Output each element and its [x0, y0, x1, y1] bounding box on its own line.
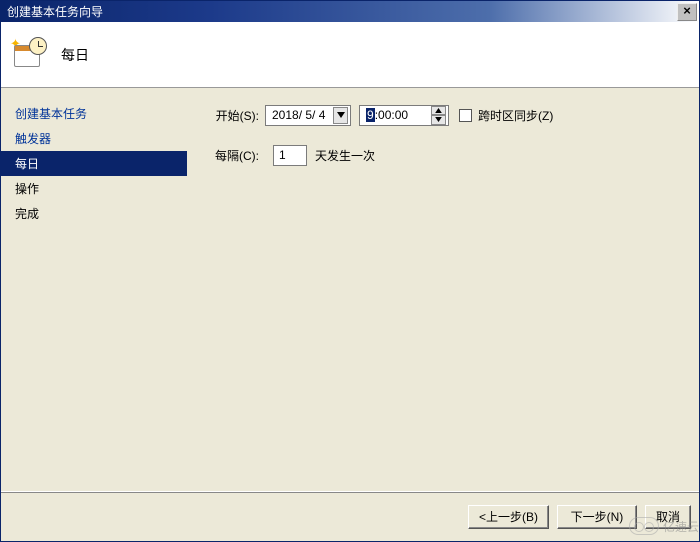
start-date-value: 2018/ 5/ 4 [272, 108, 325, 122]
wizard-window: 创建基本任务向导 × ✦ 每日 创建基本任务 触发器 每日 操作 完成 开始(S… [0, 0, 700, 542]
next-button[interactable]: 下一步(N) [557, 505, 637, 529]
schedule-icon: ✦ [13, 39, 45, 71]
chevron-down-icon [435, 117, 442, 122]
sidebar-item-finish: 完成 [1, 201, 187, 226]
sidebar-item-daily[interactable]: 每日 [1, 151, 187, 176]
cancel-button[interactable]: 取消 [645, 505, 691, 529]
title-bar: 创建基本任务向导 × [1, 1, 699, 22]
close-button[interactable]: × [677, 3, 697, 21]
interval-suffix: 天发生一次 [315, 147, 375, 164]
start-row: 开始(S): 2018/ 5/ 4 9:00:00 [201, 101, 695, 129]
interval-value: 1 [279, 148, 286, 162]
tz-sync-label: 跨时区同步(Z) [478, 107, 553, 124]
sidebar-item-create-task[interactable]: 创建基本任务 [1, 101, 187, 126]
start-time-picker[interactable]: 9:00:00 [359, 105, 449, 126]
header-pane: ✦ 每日 [1, 22, 699, 88]
chevron-up-icon [435, 108, 442, 113]
content-pane: 开始(S): 2018/ 5/ 4 9:00:00 [187, 89, 699, 491]
spinner-up-button[interactable] [431, 106, 446, 116]
date-dropdown-button[interactable] [333, 107, 348, 124]
footer: <上一步(B) 下一步(N) 取消 [1, 491, 699, 541]
window-title: 创建基本任务向导 [7, 3, 677, 20]
time-spinner[interactable] [431, 106, 446, 125]
sidebar-item-action: 操作 [1, 176, 187, 201]
body-area: 创建基本任务 触发器 每日 操作 完成 开始(S): 2018/ 5/ 4 9:… [1, 89, 699, 491]
start-time-rest: :00:00 [375, 108, 408, 122]
wizard-steps-sidebar: 创建基本任务 触发器 每日 操作 完成 [1, 89, 187, 491]
start-time-hour: 9 [366, 108, 375, 122]
start-time-value: 9:00:00 [366, 108, 408, 122]
tz-sync-checkbox[interactable] [459, 109, 472, 122]
sidebar-item-trigger[interactable]: 触发器 [1, 126, 187, 151]
start-label: 开始(S): [201, 107, 265, 124]
chevron-down-icon [337, 112, 345, 118]
close-icon: × [683, 3, 691, 18]
interval-input[interactable]: 1 [273, 145, 307, 166]
spinner-down-button[interactable] [431, 115, 446, 125]
start-date-picker[interactable]: 2018/ 5/ 4 [265, 105, 351, 126]
interval-row: 每隔(C): 1 天发生一次 [201, 141, 695, 169]
page-title: 每日 [61, 45, 89, 65]
interval-label: 每隔(C): [201, 147, 265, 164]
back-button[interactable]: <上一步(B) [468, 505, 549, 529]
